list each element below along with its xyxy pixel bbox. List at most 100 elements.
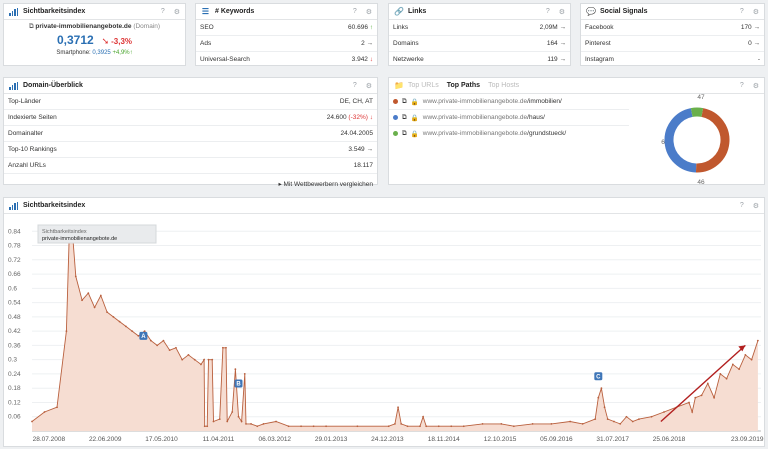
row-value: 0	[748, 40, 752, 47]
external-link-icon[interactable]: ⧉	[402, 98, 407, 106]
help-icon[interactable]: ?	[740, 8, 744, 16]
tab-top-hosts[interactable]: Top Hosts	[488, 82, 519, 89]
data-point	[450, 425, 453, 428]
x-tick-label: 06.03.2012	[259, 436, 292, 443]
help-icon[interactable]: ?	[353, 82, 357, 90]
links-row-networks[interactable]: Netzwerke 119 →	[389, 52, 570, 67]
row-label: Domainalter	[8, 130, 44, 137]
y-tick-label: 0.12	[8, 399, 21, 406]
row-label: Instagram	[585, 56, 614, 63]
data-point	[581, 422, 584, 425]
data-point	[207, 358, 210, 361]
tab-top-paths[interactable]: Top Paths	[447, 82, 480, 89]
help-icon[interactable]: ?	[740, 82, 744, 90]
data-point	[481, 422, 484, 425]
data-point	[256, 425, 259, 428]
data-point	[250, 422, 252, 425]
data-point	[124, 325, 127, 328]
help-icon[interactable]: ?	[546, 8, 550, 16]
marker-label: B	[236, 382, 241, 388]
path-row-1[interactable]: ⧉ 🔒 www.private-immobilienangebote.de/imm…	[389, 94, 629, 110]
gear-icon[interactable]: ⚙	[366, 8, 372, 16]
data-point	[93, 306, 96, 309]
data-point	[240, 420, 243, 423]
row-label: Anzahl URLs	[8, 162, 46, 169]
external-link-icon[interactable]: ⧉	[402, 130, 407, 138]
row-value: -	[757, 56, 760, 63]
data-point	[691, 411, 694, 413]
help-icon[interactable]: ?	[740, 202, 744, 210]
overview-row-countries: Top-Länder DE, CH, AT	[4, 94, 377, 110]
data-point	[688, 401, 690, 404]
event-marker-b[interactable]: B	[234, 379, 243, 388]
gear-icon[interactable]: ⚙	[174, 8, 180, 16]
arrow-up-icon: ↑	[369, 24, 373, 31]
legend-dot	[393, 99, 398, 104]
external-link-icon[interactable]: ⧉	[29, 23, 34, 30]
data-point	[193, 358, 196, 361]
donut-slice	[695, 108, 730, 173]
data-point	[756, 339, 759, 342]
gear-icon[interactable]: ⚙	[753, 8, 759, 16]
help-icon[interactable]: ?	[161, 8, 165, 16]
keywords-row-ads[interactable]: Ads 2 →	[196, 36, 377, 52]
path-row-3[interactable]: ⧉ 🔒 www.private-immobilienangebote.de/gru…	[389, 126, 629, 141]
data-point	[425, 425, 428, 428]
help-icon[interactable]: ?	[353, 8, 357, 16]
data-point	[106, 311, 108, 314]
data-point	[206, 425, 209, 428]
row-label: Pinterest	[585, 40, 611, 47]
row-value: 24.04.2005	[340, 130, 373, 137]
data-point	[500, 422, 503, 425]
donut-label: 6	[661, 139, 665, 146]
gear-icon[interactable]: ⚙	[366, 82, 372, 90]
keywords-row-seo[interactable]: SEO 60.696 ↑	[196, 20, 377, 36]
links-card-header: 🔗 Links ? ⚙	[389, 4, 570, 20]
gear-icon[interactable]: ⚙	[753, 202, 759, 210]
folder-icon: 📁	[394, 81, 404, 90]
row-label: Facebook	[585, 24, 614, 31]
path-row-2[interactable]: ⧉ 🔒 www.private-immobilienangebote.de/hau…	[389, 110, 629, 126]
compare-link[interactable]: ▸ Mit Wettbewerbern vergleichen	[4, 174, 377, 188]
social-row-pinterest[interactable]: Pinterest 0 →	[581, 36, 764, 52]
visibility-card-header: Sichtbarkeitsindex ? ⚙	[4, 4, 185, 20]
external-link-icon[interactable]: ⧉	[402, 114, 407, 122]
data-point	[631, 420, 634, 423]
event-marker-c[interactable]: C	[594, 372, 603, 381]
data-point	[162, 339, 165, 342]
x-tick-label: 28.07.2008	[33, 436, 66, 443]
path-name: /haus/	[527, 114, 545, 121]
social-row-instagram[interactable]: Instagram -	[581, 52, 764, 67]
links-row-domains[interactable]: Domains 164 →	[389, 36, 570, 52]
visibility-area-chart[interactable]: 0.06 0.12 0.18 0.24 0.3 0.36 0.42 0.48 0.54 0.6 0.…	[4, 213, 764, 447]
y-tick-label: 0.78	[8, 243, 21, 250]
data-point	[300, 425, 302, 428]
visibility-chart-card: Sichtbarkeitsindex ? ⚙ 0.06 0.12 0.18 0.24 0.…	[3, 197, 765, 447]
data-point	[245, 422, 247, 425]
tab-top-urls[interactable]: Top URLs	[408, 82, 439, 89]
event-marker-a[interactable]: A	[139, 331, 148, 340]
data-point	[569, 420, 572, 423]
smartphone-label: Smartphone:	[56, 50, 91, 56]
row-label: SEO	[200, 24, 214, 31]
data-point	[713, 396, 715, 399]
keywords-row-universal[interactable]: Universal-Search 3.942 ↓	[196, 52, 377, 67]
row-value: 24.600	[326, 114, 347, 121]
social-card: 💬 Social Signals ? ⚙ Facebook 170 → Pinter…	[580, 3, 765, 66]
data-point	[149, 339, 152, 342]
y-tick-label: 0.6	[8, 285, 17, 292]
social-row-facebook[interactable]: Facebook 170 →	[581, 20, 764, 36]
marker-label: C	[596, 375, 601, 381]
data-point	[187, 354, 190, 356]
domain-name[interactable]: private-immobilienangebote.de	[35, 23, 131, 30]
data-point	[118, 320, 121, 323]
x-tick-label: 23.09.2019	[731, 436, 764, 443]
links-row-links[interactable]: Links 2,09M →	[389, 20, 570, 36]
overview-card-title: Domain-Überblick	[23, 82, 83, 89]
data-point	[400, 422, 403, 425]
data-point	[203, 358, 205, 361]
gear-icon[interactable]: ⚙	[753, 82, 759, 90]
chat-bubble-icon: 💬	[586, 7, 596, 16]
data-point	[143, 330, 146, 333]
gear-icon[interactable]: ⚙	[559, 8, 565, 16]
